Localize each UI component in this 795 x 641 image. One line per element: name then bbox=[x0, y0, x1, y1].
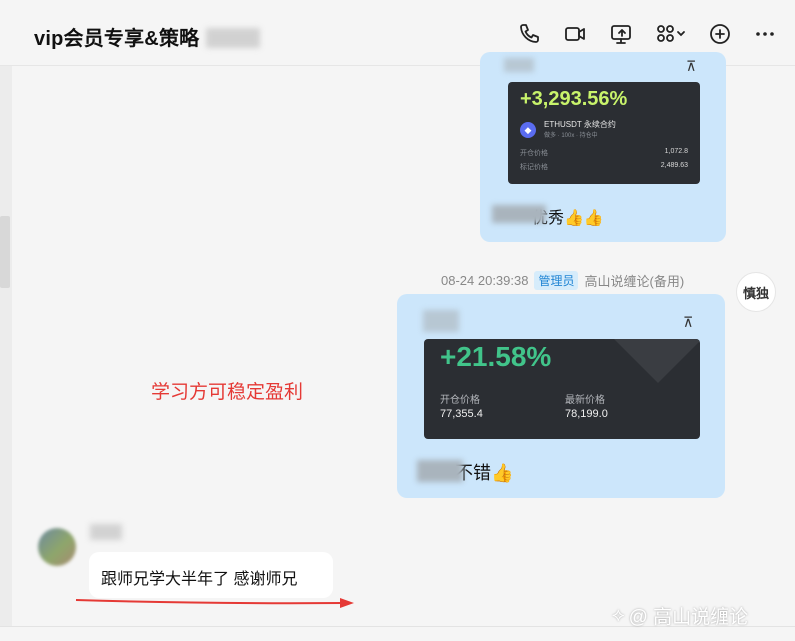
eth-coin-icon: ◆ bbox=[520, 122, 536, 138]
avatar[interactable]: 慎独 bbox=[736, 272, 776, 312]
message-bubble-other[interactable]: 跟师兄学大半年了 感谢师兄 bbox=[89, 552, 333, 598]
red-underline-arrow bbox=[75, 598, 354, 608]
open-price-label: 开仓价格 bbox=[440, 395, 480, 406]
blurred-name bbox=[90, 524, 122, 540]
watermark: ⟡ @ 高山说缠论 bbox=[612, 602, 748, 629]
pnl-percent: +21.58% bbox=[440, 341, 552, 372]
message-bubble-self[interactable]: ⊼ +21.58% 开仓价格 77,355.4 最新价格 78,199.0 不错… bbox=[397, 294, 725, 498]
trade-card-image[interactable]: +3,293.56% ◆ ETHUSDT 永续合约 做多 · 100x · 持仓… bbox=[508, 82, 700, 184]
pnl-percent: +3,293.56% bbox=[520, 88, 628, 110]
left-scroll-strip bbox=[0, 66, 12, 626]
add-icon[interactable] bbox=[706, 20, 734, 48]
annotation-text: 学习方可稳定盈利 bbox=[151, 382, 304, 403]
message-bubble-self[interactable]: ⊼ +3,293.56% ◆ ETHUSDT 永续合约 做多 · 100x · … bbox=[480, 52, 726, 242]
latest-price-label: 最新价格 bbox=[565, 395, 605, 406]
open-price-value: 1,072.8 bbox=[664, 148, 688, 155]
phone-icon[interactable] bbox=[516, 20, 544, 48]
latest-price-value: 78,199.0 bbox=[565, 408, 608, 420]
trade-card-image[interactable]: +21.58% 开仓价格 77,355.4 最新价格 78,199.0 bbox=[424, 339, 700, 439]
scrollbar-thumb[interactable] bbox=[0, 216, 10, 288]
trade-sub-info: 做多 · 100x · 持仓中 bbox=[544, 133, 598, 139]
blurred-content bbox=[504, 58, 534, 72]
watermark-logo-icon: ⟡ bbox=[612, 604, 625, 626]
sender-name[interactable]: 高山说缠论(备用) bbox=[584, 271, 684, 290]
screen-share-icon[interactable] bbox=[607, 20, 635, 48]
open-price-label: 开仓价格 bbox=[520, 150, 548, 157]
blurred-name bbox=[492, 205, 546, 223]
trade-pair: ETHUSDT 永续合约 bbox=[544, 120, 616, 129]
card-decoration bbox=[614, 339, 700, 383]
more-icon[interactable] bbox=[751, 20, 779, 48]
message-text: 跟师兄学大半年了 感谢师兄 bbox=[101, 571, 298, 588]
apps-icon[interactable] bbox=[653, 20, 689, 48]
open-price-value: 77,355.4 bbox=[440, 408, 483, 420]
message-meta: 08-24 20:39:38 管理员 高山说缠论(备用) bbox=[441, 271, 684, 290]
video-icon[interactable] bbox=[561, 20, 589, 48]
blurred-content bbox=[423, 310, 459, 332]
blurred-title-suffix bbox=[206, 28, 260, 48]
mark-price-value: 2,489.63 bbox=[660, 162, 688, 169]
blurred-name bbox=[417, 460, 463, 482]
admin-badge: 管理员 bbox=[534, 271, 579, 290]
chat-title: vip会员专享&策略 bbox=[34, 28, 200, 50]
avatar[interactable] bbox=[38, 528, 76, 566]
message-timestamp: 08-24 20:39:38 bbox=[441, 273, 529, 288]
arrow-up-icon: ⊼ bbox=[686, 58, 697, 74]
watermark-text: @ 高山说缠论 bbox=[628, 607, 749, 628]
arrow-up-icon: ⊼ bbox=[683, 314, 694, 330]
mark-price-label: 标记价格 bbox=[520, 164, 548, 171]
